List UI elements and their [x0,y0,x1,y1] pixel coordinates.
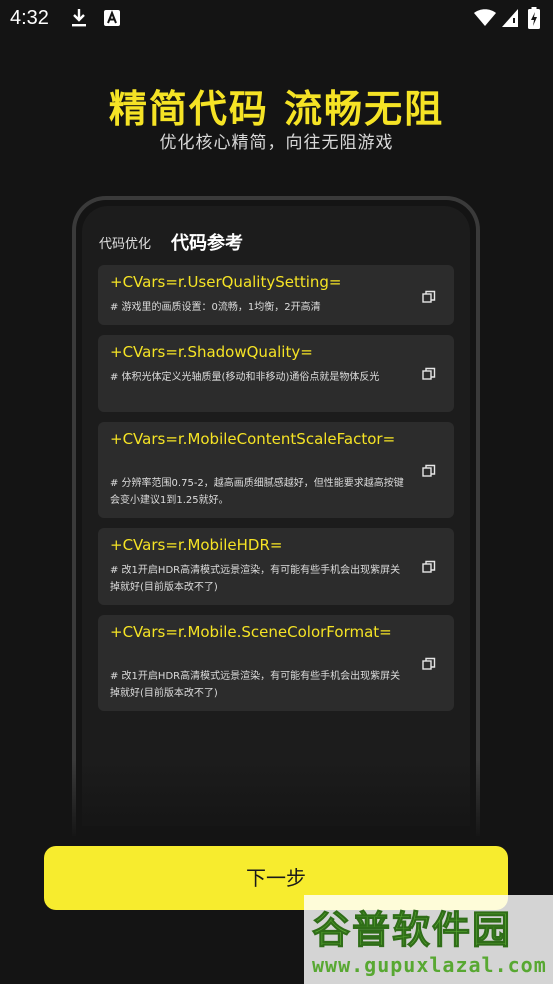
copy-icon[interactable] [422,463,436,477]
watermark-url: www.gupuxlazal.com [312,953,547,977]
download-icon [70,8,88,32]
page-title: 精简代码 流畅无阻 [108,87,445,131]
copy-icon[interactable] [422,656,436,670]
code-card: +CVars=r.MobileHDR= # 改1开启HDR高清模式远景渲染，有可… [98,528,454,605]
code-text: +CVars=r.MobileContentScaleFactor= [110,430,396,448]
wifi-icon [474,9,496,31]
copy-icon[interactable] [422,559,436,573]
code-text: +CVars=r.Mobile.SceneColorFormat= [110,623,392,641]
status-time: 4:32 [10,7,49,29]
watermark-logo: 谷普软件园 www.gupuxlazal.com [304,895,553,984]
bottom-fade [60,760,500,840]
copy-icon[interactable] [422,366,436,380]
tab-code-optimize[interactable]: 代码优化 [99,233,151,252]
cellular-signal-icon [502,9,518,31]
text-a-icon [104,10,120,30]
code-description: # 游戏里的画质设置：0流畅，1均衡，2开高清 [110,302,321,313]
code-card: +CVars=r.UserQualitySetting= # 游戏里的画质设置：… [98,265,454,325]
code-description: # 分辨率范围0.75-2，越高画质细腻感越好，但性能要求越高按键会变小建议1到… [110,478,404,506]
code-description: # 体积光体定义光轴质量(移动和非移动)通俗点就是物体反光 [110,372,380,383]
battery-charging-icon [528,7,540,33]
status-bar: 4:32 [0,0,553,38]
copy-icon[interactable] [422,289,436,303]
code-card: +CVars=r.ShadowQuality= # 体积光体定义光轴质量(移动和… [98,335,454,412]
code-text: +CVars=r.UserQualitySetting= [110,273,342,291]
code-description: # 改1开启HDR高清模式远景渲染，有可能有些手机会出现紫屏关掉就好(目前版本改… [110,565,401,593]
code-description: # 改1开启HDR高清模式远景渲染，有可能有些手机会出现紫屏关掉就好(目前版本改… [110,671,401,699]
code-card: +CVars=r.MobileContentScaleFactor= # 分辨率… [98,422,454,518]
watermark-text: 谷普软件园 [311,908,513,953]
code-card: +CVars=r.Mobile.SceneColorFormat= # 改1开启… [98,615,454,711]
tab-code-reference[interactable]: 代码参考 [171,229,243,255]
page-subtitle: 优化核心精简，向往无阻游戏 [159,133,394,153]
code-text: +CVars=r.ShadowQuality= [110,343,313,361]
code-text: +CVars=r.MobileHDR= [110,536,283,554]
